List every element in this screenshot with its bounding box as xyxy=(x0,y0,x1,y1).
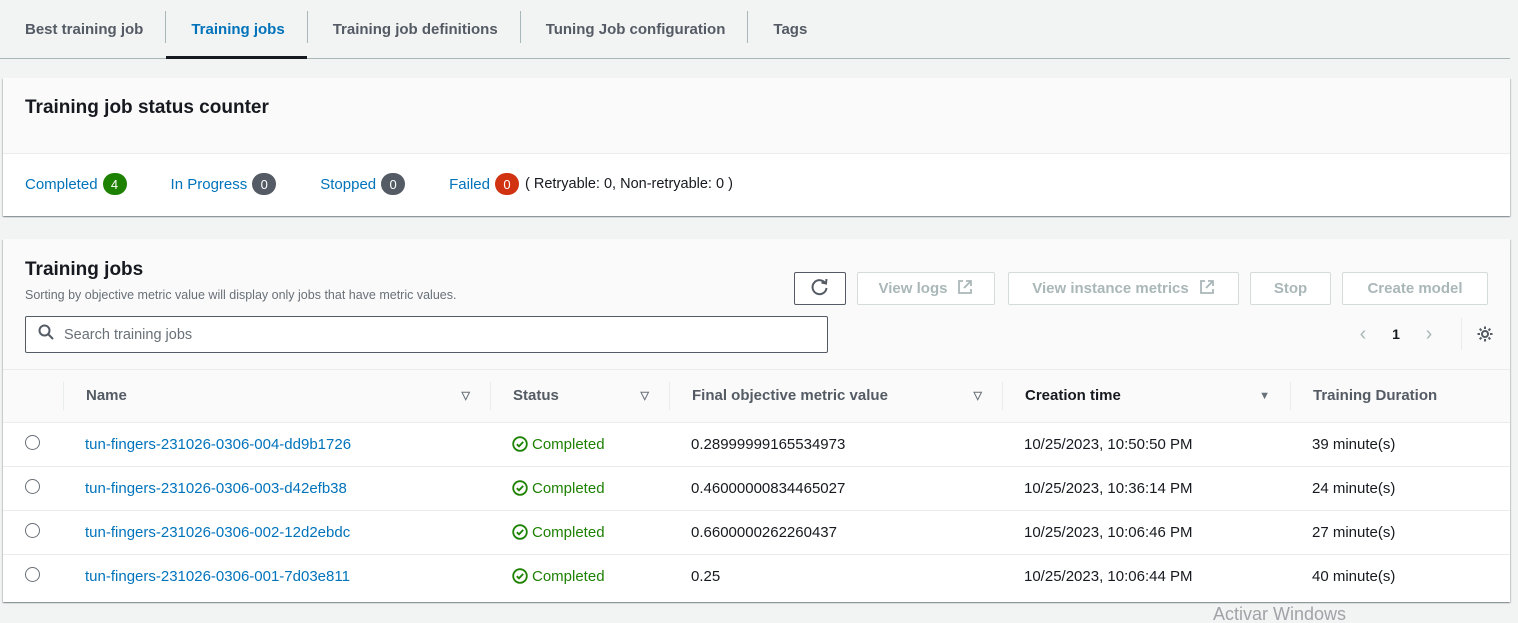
tab-best-training-job[interactable]: Best training job xyxy=(0,0,165,58)
view-logs-button[interactable]: View logs xyxy=(857,272,995,305)
sort-icon: ▽ xyxy=(640,390,649,403)
sort-icon: ▽ xyxy=(973,390,982,403)
row-select-radio[interactable] xyxy=(25,434,40,450)
metric-value: 0.6600000262260437 xyxy=(669,510,1002,555)
create-model-button[interactable]: Create model xyxy=(1342,272,1488,305)
pagination: ‹ 1 › xyxy=(1351,318,1494,350)
sort-descending-icon: ▼ xyxy=(1259,389,1270,402)
status-counter-title: Training job status counter xyxy=(25,97,269,118)
windows-activation-watermark: Activar Windows xyxy=(1213,604,1347,623)
search-icon xyxy=(38,324,54,345)
training-jobs-header: Training jobs Sorting by objective metri… xyxy=(3,239,1510,370)
row-select-radio[interactable] xyxy=(25,522,40,538)
tab-bar: Best training job Training jobs Training… xyxy=(0,0,1510,59)
search-input[interactable] xyxy=(64,326,804,343)
check-circle-icon xyxy=(512,436,528,452)
metric-value: 0.28999999165534973 xyxy=(669,422,1002,467)
stopped-link[interactable]: Stopped xyxy=(320,176,376,193)
check-circle-icon xyxy=(512,480,528,496)
select-column-header xyxy=(3,370,63,423)
current-page[interactable]: 1 xyxy=(1375,326,1417,342)
training-jobs-description: Sorting by objective metric value will d… xyxy=(25,288,457,302)
column-header-metric[interactable]: Final objective metric value ▽ xyxy=(669,370,1002,423)
training-jobs-panel: Training jobs Sorting by objective metri… xyxy=(3,239,1510,602)
stopped-count-badge: 0 xyxy=(381,173,406,195)
creation-time: 10/25/2023, 10:36:14 PM xyxy=(1002,466,1290,511)
table-row[interactable]: tun-fingers-231026-0306-003-d42efb38 Com… xyxy=(3,466,1510,511)
creation-time: 10/25/2023, 10:06:44 PM xyxy=(1024,567,1193,585)
counter-failed: Failed 0 ( Retryable: 0, Non-retryable: … xyxy=(449,173,733,195)
training-duration: 40 minute(s) xyxy=(1312,567,1396,585)
tab-training-job-definitions[interactable]: Training job definitions xyxy=(308,0,520,58)
training-duration: 24 minute(s) xyxy=(1290,466,1510,511)
completed-count-badge: 4 xyxy=(102,173,127,195)
tab-tags[interactable]: Tags xyxy=(748,0,829,58)
failed-detail: ( Retryable: 0, Non-retryable: 0 ) xyxy=(525,176,733,192)
column-header-duration[interactable]: Training Duration xyxy=(1290,370,1510,423)
status-counter-header: Training job status counter xyxy=(3,78,1510,154)
tab-tuning-job-configuration[interactable]: Tuning Job configuration xyxy=(521,0,748,58)
settings-gear-icon[interactable] xyxy=(1476,325,1494,343)
status-completed: Completed xyxy=(512,480,669,497)
job-name-link[interactable]: tun-fingers-231026-0306-002-12d2ebdc xyxy=(85,524,350,541)
status-counter-panel: Training job status counter Completed 4 … xyxy=(3,78,1510,216)
next-page-icon[interactable]: › xyxy=(1417,323,1441,346)
column-header-status[interactable]: Status ▽ xyxy=(490,370,669,423)
table-header-row: Name ▽ Status ▽ Final objective metric val… xyxy=(3,370,1510,423)
metric-value: 0.46000000834465027 xyxy=(669,466,1002,511)
refresh-icon xyxy=(810,277,830,301)
row-select-radio[interactable] xyxy=(25,566,40,582)
counter-stopped: Stopped 0 xyxy=(320,173,406,195)
table-row[interactable]: tun-fingers-231026-0306-004-dd9b1726 Com… xyxy=(3,422,1510,467)
tab-training-jobs[interactable]: Training jobs xyxy=(166,0,308,59)
status-completed: Completed xyxy=(512,568,669,585)
refresh-button[interactable] xyxy=(794,272,846,305)
column-header-name[interactable]: Name ▽ xyxy=(63,370,490,423)
failed-count-badge: 0 xyxy=(495,173,519,195)
training-jobs-title: Training jobs xyxy=(25,259,144,280)
training-duration: 39 minute(s) xyxy=(1290,422,1510,467)
training-duration: 27 minute(s) xyxy=(1290,510,1510,555)
in-progress-link[interactable]: In Progress xyxy=(171,176,248,193)
status-counter-body: Completed 4 In Progress 0 Stopped 0 Fail… xyxy=(3,154,1510,214)
view-logs-label: View logs xyxy=(878,280,948,297)
completed-link[interactable]: Completed xyxy=(25,176,98,193)
failed-link[interactable]: Failed xyxy=(449,176,490,193)
job-name-link[interactable]: tun-fingers-231026-0306-004-dd9b1726 xyxy=(85,436,351,453)
previous-page-icon[interactable]: ‹ xyxy=(1351,323,1375,346)
counter-in-progress: In Progress 0 xyxy=(171,173,277,195)
job-name-link[interactable]: tun-fingers-231026-0306-003-d42efb38 xyxy=(85,480,347,497)
external-link-icon xyxy=(957,279,973,299)
view-instance-metrics-button[interactable]: View instance metrics xyxy=(1008,272,1239,305)
sort-icon: ▽ xyxy=(461,390,470,403)
stop-button[interactable]: Stop xyxy=(1250,272,1331,305)
creation-time: 10/25/2023, 10:50:50 PM xyxy=(1002,422,1290,467)
row-select-radio[interactable] xyxy=(25,478,40,494)
search-field[interactable] xyxy=(25,316,828,353)
column-header-creation-time[interactable]: Creation time ▼ xyxy=(1002,370,1290,423)
metric-value: 0.25 xyxy=(691,567,721,585)
in-progress-count-badge: 0 xyxy=(252,173,277,195)
job-name-link[interactable]: tun-fingers-231026-0306-001-7d03e811 xyxy=(85,568,350,585)
table-row[interactable]: tun-fingers-231026-0306-001-7d03e811 Com… xyxy=(3,554,1510,598)
table-row[interactable]: tun-fingers-231026-0306-002-12d2ebdc Com… xyxy=(3,510,1510,555)
pager-divider xyxy=(1461,318,1462,350)
status-completed: Completed xyxy=(512,524,669,541)
external-link-icon xyxy=(1199,279,1215,299)
view-instance-metrics-label: View instance metrics xyxy=(1032,280,1189,297)
status-completed: Completed xyxy=(512,436,669,453)
check-circle-icon xyxy=(512,524,528,540)
training-jobs-table: Name ▽ Status ▽ Final objective metric val… xyxy=(3,370,1510,598)
check-circle-icon xyxy=(512,568,528,584)
counter-completed: Completed 4 xyxy=(25,173,127,195)
creation-time: 10/25/2023, 10:06:46 PM xyxy=(1002,510,1290,555)
